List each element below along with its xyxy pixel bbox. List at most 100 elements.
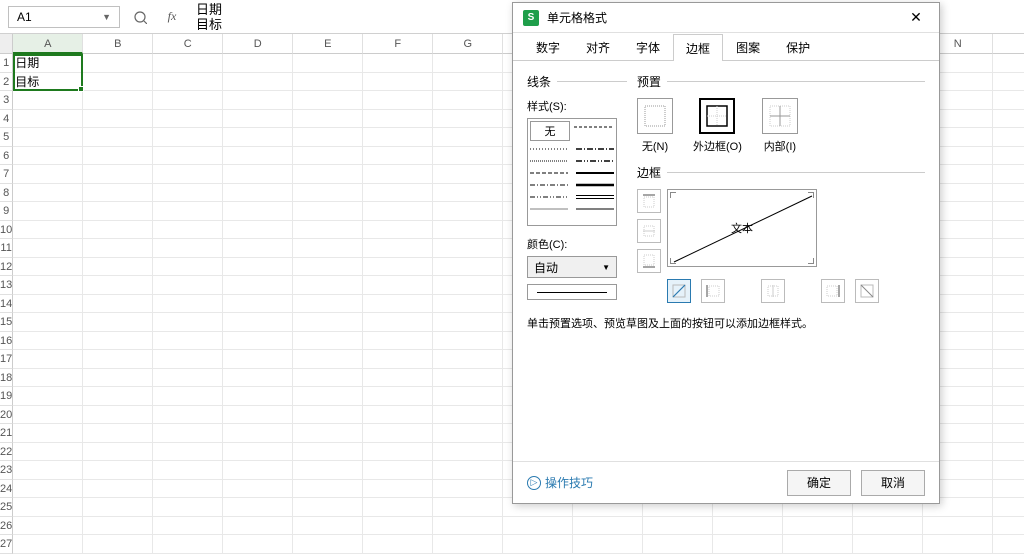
row-header[interactable]: 14 — [0, 295, 13, 314]
cell[interactable] — [223, 165, 293, 184]
cell[interactable] — [153, 258, 223, 277]
cell[interactable] — [433, 295, 503, 314]
cell[interactable] — [993, 165, 1024, 184]
cell[interactable] — [993, 517, 1024, 536]
cell[interactable] — [83, 480, 153, 499]
cell[interactable] — [993, 387, 1024, 406]
cell[interactable] — [433, 369, 503, 388]
cell[interactable] — [293, 54, 363, 73]
line-style-listbox[interactable]: 无 — [527, 118, 617, 226]
cell[interactable] — [293, 239, 363, 258]
row-header[interactable]: 7 — [0, 165, 13, 184]
row-header[interactable]: 18 — [0, 369, 13, 388]
cell[interactable] — [433, 73, 503, 92]
cell[interactable] — [993, 369, 1024, 388]
row-header[interactable]: 21 — [0, 424, 13, 443]
cell[interactable] — [13, 110, 83, 129]
row-header[interactable]: 13 — [0, 276, 13, 295]
cell[interactable] — [13, 369, 83, 388]
cell[interactable] — [433, 480, 503, 499]
cell[interactable] — [223, 313, 293, 332]
cell[interactable] — [293, 295, 363, 314]
cell[interactable] — [83, 332, 153, 351]
cell[interactable] — [223, 443, 293, 462]
cell[interactable] — [993, 202, 1024, 221]
cell[interactable] — [13, 443, 83, 462]
dialog-title-bar[interactable]: S 单元格格式 ✕ — [513, 3, 939, 33]
cell[interactable] — [433, 387, 503, 406]
row-header[interactable]: 27 — [0, 535, 13, 554]
cell[interactable] — [223, 498, 293, 517]
cell[interactable] — [13, 295, 83, 314]
cell[interactable] — [223, 295, 293, 314]
cell[interactable] — [153, 313, 223, 332]
column-header[interactable]: B — [83, 34, 153, 54]
cell[interactable] — [993, 110, 1024, 129]
cell[interactable] — [363, 424, 433, 443]
row-header[interactable]: 17 — [0, 350, 13, 369]
cell[interactable] — [293, 406, 363, 425]
cell[interactable] — [433, 91, 503, 110]
cell[interactable] — [363, 202, 433, 221]
cell[interactable] — [433, 424, 503, 443]
cell[interactable] — [153, 387, 223, 406]
cell[interactable] — [83, 110, 153, 129]
cell[interactable] — [83, 498, 153, 517]
cell[interactable] — [13, 147, 83, 166]
cell[interactable] — [83, 221, 153, 240]
select-all-corner[interactable] — [0, 34, 13, 54]
cell[interactable] — [153, 498, 223, 517]
cell[interactable] — [13, 350, 83, 369]
cell[interactable] — [293, 128, 363, 147]
cell[interactable] — [853, 535, 923, 554]
cell[interactable] — [13, 424, 83, 443]
cell[interactable] — [223, 276, 293, 295]
row-header[interactable]: 23 — [0, 461, 13, 480]
cell[interactable] — [923, 517, 993, 536]
row-header[interactable]: 11 — [0, 239, 13, 258]
cell[interactable] — [433, 147, 503, 166]
row-header[interactable]: 5 — [0, 128, 13, 147]
cell[interactable] — [433, 110, 503, 129]
cell[interactable] — [83, 387, 153, 406]
cell[interactable] — [363, 184, 433, 203]
cell[interactable] — [153, 332, 223, 351]
cell[interactable] — [293, 443, 363, 462]
cell[interactable] — [643, 535, 713, 554]
cell[interactable] — [993, 498, 1024, 517]
cell[interactable] — [433, 461, 503, 480]
cell[interactable] — [993, 480, 1024, 499]
cell[interactable] — [13, 91, 83, 110]
cell[interactable] — [13, 498, 83, 517]
cell[interactable] — [293, 369, 363, 388]
cell[interactable] — [153, 147, 223, 166]
cell[interactable] — [83, 73, 153, 92]
style-none-option[interactable]: 无 — [530, 121, 570, 141]
cell[interactable] — [153, 535, 223, 554]
column-header[interactable]: O — [993, 34, 1024, 54]
cell[interactable] — [153, 369, 223, 388]
cell[interactable] — [503, 517, 573, 536]
cell[interactable] — [993, 184, 1024, 203]
cell[interactable] — [363, 110, 433, 129]
cell[interactable] — [223, 91, 293, 110]
cell[interactable] — [363, 128, 433, 147]
cell[interactable] — [783, 535, 853, 554]
cell[interactable] — [153, 128, 223, 147]
ok-button[interactable]: 确定 — [787, 470, 851, 496]
cell[interactable] — [13, 517, 83, 536]
cell[interactable] — [363, 258, 433, 277]
cell[interactable] — [433, 350, 503, 369]
cell[interactable] — [993, 221, 1024, 240]
cell[interactable] — [223, 480, 293, 499]
border-diagonal-up-button[interactable] — [667, 279, 691, 303]
cell[interactable] — [363, 443, 433, 462]
row-header[interactable]: 22 — [0, 443, 13, 462]
cell[interactable] — [223, 202, 293, 221]
row-header[interactable]: 12 — [0, 258, 13, 277]
cell[interactable] — [293, 517, 363, 536]
cell[interactable] — [153, 54, 223, 73]
cell[interactable] — [223, 369, 293, 388]
row-header[interactable]: 3 — [0, 91, 13, 110]
cell[interactable] — [153, 480, 223, 499]
